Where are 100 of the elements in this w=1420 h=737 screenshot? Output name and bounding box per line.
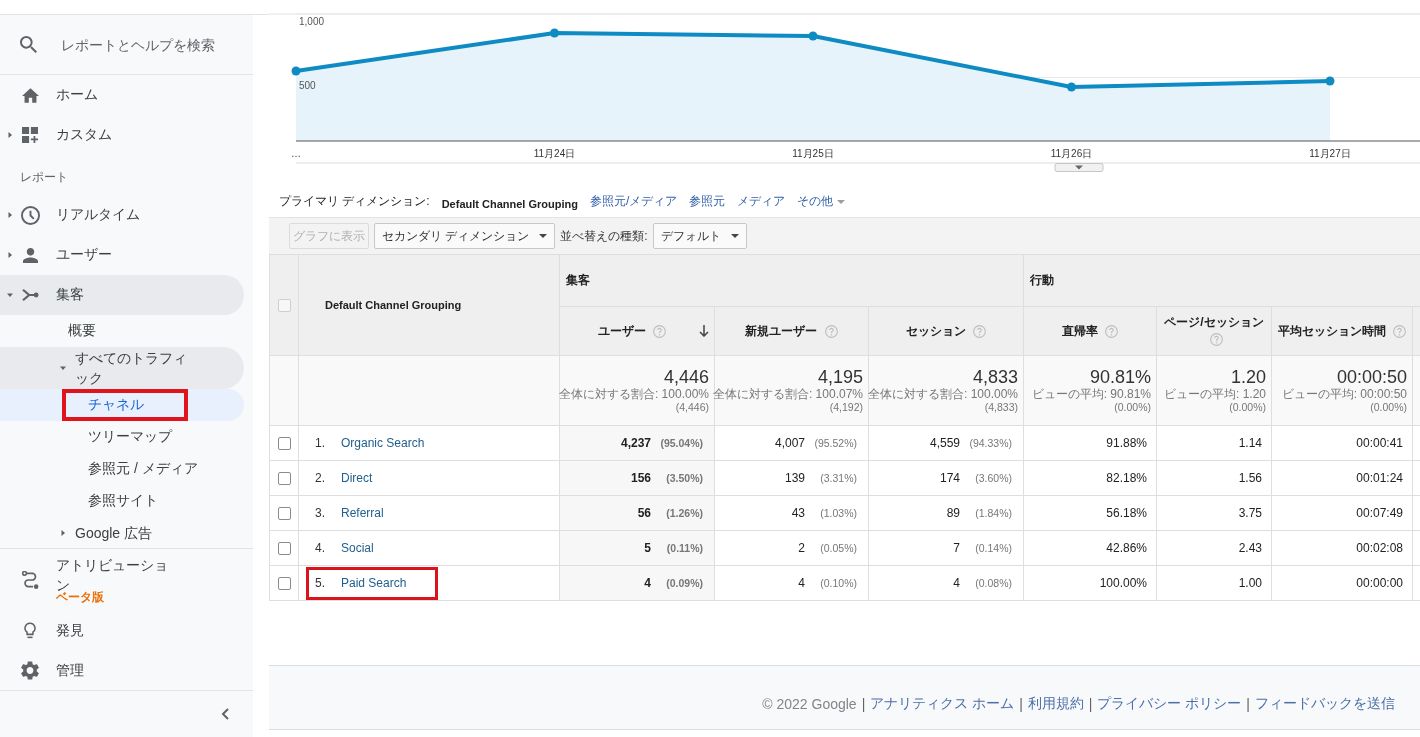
- cell-share: (3.31%): [820, 472, 857, 484]
- nav-item[interactable]: ユーザー: [0, 235, 244, 275]
- cell-share: (3.60%): [975, 472, 1012, 484]
- channel-link[interactable]: Organic Search: [341, 436, 425, 450]
- nav-item[interactable]: 管理: [0, 650, 244, 690]
- total-base: (0.00%): [1229, 401, 1266, 414]
- axis-label: 11月27日: [1309, 148, 1351, 159]
- channel-link[interactable]: Paid Search: [341, 576, 407, 590]
- total-value: 1.20: [1230, 367, 1266, 388]
- search-field[interactable]: レポートとヘルプを検索: [61, 33, 237, 56]
- column-header[interactable]: Default Channel Grouping: [298, 254, 560, 356]
- nav-item[interactable]: リアルタイム: [0, 195, 244, 235]
- secondary-dimension-dropdown[interactable]: セカンダリ ディメンション: [374, 223, 556, 249]
- sort-arrow-icon: [699, 325, 709, 337]
- dimension-menu[interactable]: その他: [797, 193, 846, 210]
- cell-value: 89: [946, 506, 960, 520]
- person-icon: [22, 247, 38, 263]
- row-checkbox[interactable]: [277, 472, 291, 486]
- row-number: 1.: [315, 436, 326, 450]
- caret-icon: [539, 234, 548, 238]
- select-all-checkbox[interactable]: [277, 299, 291, 313]
- cell-value: 56: [637, 506, 651, 520]
- nav-item[interactable]: ホーム: [0, 75, 244, 115]
- cell-value: 156: [630, 471, 651, 485]
- nav-item[interactable]: 集客: [0, 275, 244, 315]
- total-value: 00:00:50: [1336, 367, 1407, 388]
- dimension-tab[interactable]: 参照元: [689, 193, 726, 210]
- column-header[interactable]: セッション: [868, 306, 1024, 356]
- nav-item[interactable]: 発見: [0, 610, 244, 650]
- column-group-header: 集客: [559, 254, 1024, 307]
- table-cell: 100.00%: [1023, 565, 1157, 601]
- nav-item[interactable]: 概要: [0, 315, 244, 347]
- cell-value: 4: [644, 576, 651, 590]
- channel-link[interactable]: Direct: [341, 471, 373, 485]
- cell-share: (1.03%): [820, 507, 857, 519]
- cell-share: (0.11%): [666, 542, 703, 554]
- grid-plus-icon: [22, 127, 38, 143]
- cell-value: 5: [644, 541, 651, 555]
- cell-value: 4,007: [774, 436, 805, 450]
- cell-value: 4,237: [620, 436, 651, 450]
- table-cell: 00:07:49: [1271, 495, 1413, 531]
- nav-item[interactable]: チャネル: [0, 389, 244, 421]
- separator: |: [1019, 695, 1023, 712]
- cell-value: 4,559: [930, 436, 960, 450]
- table-cell: 00:01:24: [1271, 460, 1413, 496]
- dimension-tab[interactable]: 参照元/メディア: [589, 193, 678, 210]
- table-cell: 3.75: [1156, 495, 1272, 531]
- data-point: [291, 66, 301, 76]
- axis-label: 1,000: [299, 16, 325, 27]
- total-note: 全体に対する割合: 100.00%: [558, 388, 709, 401]
- channel-link[interactable]: Social: [341, 541, 374, 555]
- cell-share: (3.50%): [666, 472, 703, 484]
- caret-icon: [837, 199, 846, 204]
- row-checkbox[interactable]: [277, 507, 291, 521]
- row-number: 4.: [315, 541, 326, 555]
- caret-icon: [1075, 165, 1083, 170]
- table-cell: 2.43: [1156, 530, 1272, 566]
- footer-link[interactable]: 利用規約: [1027, 694, 1084, 713]
- nav-item[interactable]: 参照元 / メディア: [0, 453, 244, 485]
- nav-item[interactable]: カスタム: [0, 115, 244, 155]
- footer-link[interactable]: アナリティクス ホーム: [870, 694, 1015, 713]
- row-number: 2.: [315, 471, 326, 485]
- nav-item[interactable]: ツリーマップ: [0, 421, 244, 453]
- footer-link[interactable]: プライバシー ポリシー: [1097, 694, 1242, 713]
- data-point: [1067, 82, 1076, 92]
- cell-share: (0.14%): [975, 542, 1012, 554]
- section-heading: レポート: [19, 169, 69, 186]
- total-note: 全体に対する割合: 100.00%: [867, 388, 1018, 401]
- nav-item[interactable]: すべてのトラフィック: [0, 347, 244, 389]
- collapse-handle[interactable]: [1054, 163, 1104, 172]
- caret-icon: [730, 234, 739, 238]
- cell-share: (94.33%): [969, 437, 1012, 449]
- channel-link[interactable]: Referral: [341, 506, 384, 520]
- axis-label: 500: [299, 79, 316, 91]
- total-base: (4,833): [984, 401, 1018, 414]
- row-checkbox[interactable]: [277, 577, 291, 591]
- nav-item[interactable]: 参照サイト: [0, 485, 244, 517]
- dimension-tab[interactable]: メディア: [737, 193, 786, 210]
- table-cell: 1.00: [1156, 565, 1272, 601]
- nav-item[interactable]: Google 広告: [0, 517, 244, 548]
- column-header[interactable]: 新規ユーザー: [714, 306, 869, 356]
- row-number: 3.: [315, 506, 326, 520]
- column-header[interactable]: ユーザー: [559, 306, 715, 356]
- column-header[interactable]: 平均セッション時間: [1271, 306, 1413, 356]
- nav-item[interactable]: アトリビューション ベータ版: [0, 549, 244, 610]
- total-base: (0.00%): [1114, 401, 1151, 414]
- column-header[interactable]: ページ/セッション: [1156, 306, 1272, 356]
- cell-value: 43: [791, 506, 805, 520]
- table-cell: 00:00:00: [1271, 565, 1413, 601]
- lightbulb-icon: [24, 621, 36, 639]
- dimension-tab[interactable]: Default Channel Grouping: [441, 198, 578, 210]
- total-value: 90.81%: [1089, 367, 1151, 388]
- separator: |: [1246, 695, 1250, 712]
- column-header[interactable]: 直帰率: [1023, 306, 1157, 356]
- cell-value: 4: [798, 576, 805, 590]
- separator: |: [1088, 695, 1093, 712]
- sort-dropdown[interactable]: デフォルト: [652, 223, 747, 249]
- row-checkbox[interactable]: [277, 437, 291, 451]
- footer-link[interactable]: フィードバックを送信: [1255, 694, 1395, 713]
- row-checkbox[interactable]: [277, 542, 291, 556]
